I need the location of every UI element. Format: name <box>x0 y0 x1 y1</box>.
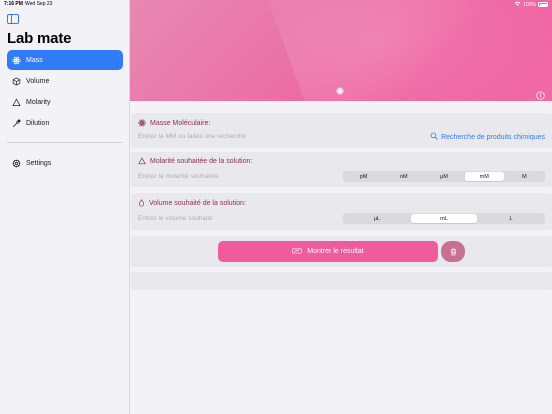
sidebar-item-label: Dilution <box>26 119 50 127</box>
unit-option-M[interactable]: M <box>505 172 544 181</box>
unit-option-nM[interactable]: nM <box>384 172 423 181</box>
battery-icon <box>538 2 548 7</box>
volume-card-title: Volume souhaité de la solution: <box>138 199 246 207</box>
drop-icon <box>138 199 145 207</box>
sidebar-item-label: Volume <box>26 77 50 85</box>
show-result-label: Montrer le résultat <box>307 248 364 255</box>
molarity-unit-selector[interactable]: pM nM µM mM M <box>343 171 545 182</box>
sidebar-divider <box>7 142 123 143</box>
molecular-mass-input[interactable]: Entrez la MM ou faites une recherche <box>138 133 246 140</box>
mass-card-title: Masse Moléculaire: <box>138 119 210 127</box>
volume-input[interactable]: Entrez le volume souhaité <box>138 215 213 222</box>
status-right: 100% <box>514 1 548 8</box>
search-icon <box>430 132 438 142</box>
volume-card: Volume souhaité de la solution: Entrez l… <box>131 193 552 230</box>
gear-icon <box>11 159 21 169</box>
status-date: Wed Sep 23 <box>25 1 53 7</box>
triangle-icon <box>11 97 21 107</box>
unit-option-L[interactable]: L <box>478 214 544 223</box>
show-result-button[interactable]: Montrer le résultat <box>218 241 438 262</box>
hero-banner <box>130 0 552 101</box>
sidebar-item-volume[interactable]: Volume <box>7 71 123 91</box>
unit-option-uM[interactable]: µM <box>424 172 463 181</box>
sidebar-item-molarity[interactable]: Molarity <box>7 92 123 112</box>
sidebar-item-label: Settings <box>26 160 52 167</box>
status-bar: 7:16 PM Wed Sep 23 100% <box>0 0 552 9</box>
chemical-search-button[interactable]: Recherche de produits chimiques <box>430 132 545 142</box>
sidebar-item-settings[interactable]: Settings <box>7 154 123 174</box>
result-icon <box>292 247 302 256</box>
molarity-card-title-text: Molarité souhaitée de la solution: <box>150 157 253 165</box>
mass-card: Masse Moléculaire: Entrez la MM ou faite… <box>131 113 552 148</box>
sidebar-item-label: Mass <box>26 56 43 64</box>
atom-icon <box>11 55 21 65</box>
result-area <box>131 272 552 290</box>
sidebar-nav: Mass Volume Molarity Dilution Settings <box>7 50 123 175</box>
dropper-icon <box>11 118 21 128</box>
unit-option-pM[interactable]: pM <box>344 172 383 181</box>
atom-icon <box>138 119 146 127</box>
trash-icon <box>450 243 457 261</box>
molarity-card-title: Molarité souhaitée de la solution: <box>138 157 252 165</box>
wifi-icon <box>514 1 521 8</box>
status-time: 7:16 PM <box>4 1 23 7</box>
unit-option-mL[interactable]: mL <box>411 214 477 223</box>
action-row: Montrer le résultat <box>131 236 552 267</box>
volume-unit-selector[interactable]: µL mL L <box>343 213 545 224</box>
chemical-search-label: Recherche de produits chimiques <box>441 133 545 141</box>
unit-option-uL[interactable]: µL <box>344 214 410 223</box>
battery-percent: 100% <box>523 1 536 8</box>
clear-button[interactable] <box>441 241 465 262</box>
unit-option-mM[interactable]: mM <box>464 172 504 181</box>
atom-icon <box>336 82 344 95</box>
triangle-icon <box>138 157 146 165</box>
molarity-card: Molarité souhaitée de la solution: Entre… <box>131 152 552 187</box>
sidebar-item-mass[interactable]: Mass <box>7 50 123 70</box>
cube-icon <box>11 76 21 86</box>
sidebar-item-label: Molarity <box>26 98 51 106</box>
sidebar-item-dilution[interactable]: Dilution <box>7 113 123 133</box>
app-title: Lab mate <box>7 30 72 47</box>
mass-card-title-text: Masse Moléculaire: <box>150 119 211 127</box>
volume-card-title-text: Volume souhaité de la solution: <box>149 199 246 207</box>
sidebar-toggle-icon[interactable] <box>7 14 19 24</box>
hero-decoration <box>266 0 552 101</box>
info-icon[interactable] <box>536 87 545 100</box>
sidebar: Lab mate Mass Volume Molarity Dilution S… <box>0 0 130 414</box>
molarity-input[interactable]: Entrez la molarité souhaitée <box>138 173 219 180</box>
